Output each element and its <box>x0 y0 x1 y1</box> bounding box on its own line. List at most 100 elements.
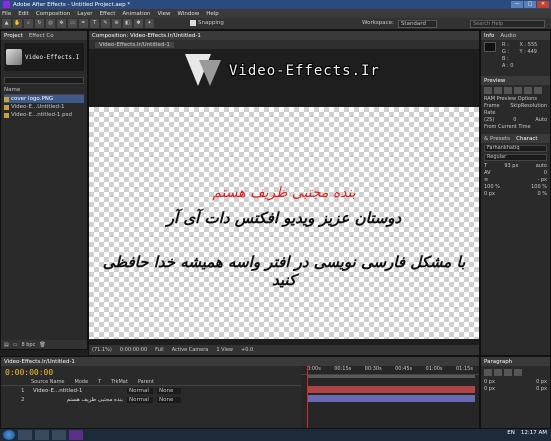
menu-window[interactable]: Window <box>178 11 200 17</box>
align-left-icon[interactable] <box>484 369 492 376</box>
menu-composition[interactable]: Composition <box>36 11 70 17</box>
tab-timeline[interactable]: Video-Effects.Ir/Untitled-1 <box>4 359 75 365</box>
media-player-taskbar-icon[interactable] <box>35 430 49 440</box>
rectangle-tool-icon[interactable]: ▭ <box>68 19 77 28</box>
tools-bar: ▲ ✋ ⌕ ↻ ◎ ✥ ▭ ✒ T ✎ ⊕ ◧ ✱ ✦ Snapping Wor… <box>0 18 551 30</box>
timeline-layer-row[interactable]: 2 بنده مجتبی ظریف هستم Normal None <box>1 395 301 404</box>
next-frame-icon[interactable] <box>514 87 522 94</box>
canvas-text-line-2[interactable]: با مشکل فارسی نویسی در افتر واسه همیشه خ… <box>89 253 479 289</box>
clock[interactable]: 12:17 AM <box>521 430 547 436</box>
camera-tool-icon[interactable]: ◎ <box>46 19 55 28</box>
photoshop-taskbar-icon[interactable] <box>52 430 66 440</box>
v-logo-icon <box>185 52 223 90</box>
play-icon[interactable] <box>504 87 512 94</box>
project-search-input[interactable] <box>4 77 84 84</box>
project-column-name[interactable]: Name <box>4 86 84 95</box>
ram-preview-icon[interactable] <box>534 87 542 94</box>
language-indicator[interactable]: EN <box>507 430 515 436</box>
menu-animation[interactable]: Animation <box>122 11 150 17</box>
spacing-row[interactable]: 0 px 0 px <box>481 386 550 393</box>
hand-tool-icon[interactable]: ✋ <box>13 19 22 28</box>
comp-subtab[interactable]: Video-Effects.Ir/Untitled-1 <box>95 41 174 48</box>
time-ruler[interactable]: 0:00s 00:15s 00:30s 00:45s 01:00s 01:15s <box>301 366 479 375</box>
tab-audio[interactable]: Audio <box>500 33 516 39</box>
resolution-select[interactable]: Full <box>155 347 164 353</box>
current-time[interactable]: 0:00:00:00 <box>120 347 147 353</box>
tab-info[interactable]: Info <box>484 33 494 39</box>
selection-tool-icon[interactable]: ▲ <box>2 19 11 28</box>
camera-select[interactable]: Active Camera <box>172 347 209 353</box>
font-size-row[interactable]: T 93 px auto <box>481 163 550 170</box>
scale-row[interactable]: 100 % 100 % <box>481 184 550 191</box>
align-center-icon[interactable] <box>494 369 502 376</box>
tab-project[interactable]: Project <box>4 33 23 39</box>
maximize-button[interactable]: □ <box>524 1 536 8</box>
menu-file[interactable]: File <box>2 11 11 17</box>
baseline-row[interactable]: 0 px 0 % <box>481 191 550 198</box>
brush-tool-icon[interactable]: ✎ <box>101 19 110 28</box>
roto-brush-tool-icon[interactable]: ✱ <box>134 19 143 28</box>
close-button[interactable]: ✕ <box>537 1 549 8</box>
rotate-tool-icon[interactable]: ↻ <box>35 19 44 28</box>
after-effects-taskbar-icon[interactable] <box>69 430 83 440</box>
canvas-text-line-1[interactable]: دوستان عزیز ویدیو افکتس دات آی آر <box>89 209 479 227</box>
indent-row[interactable]: 0 px 0 px <box>481 379 550 386</box>
project-item[interactable]: Video-E...Untitled-1 <box>4 103 84 111</box>
workspace-select[interactable]: Standard <box>397 20 437 28</box>
stroke-row[interactable]: ≡ - px <box>481 177 550 184</box>
timeline-layer-row[interactable]: 1 Video-E...ntitled-1 Normal None <box>1 386 301 395</box>
zoom-select[interactable]: (71.1%) <box>92 347 112 353</box>
tab-composition[interactable]: Composition: Video-Effects.Ir/Untitled-1 <box>92 33 201 39</box>
font-style-select[interactable]: Regular <box>484 154 547 161</box>
clone-tool-icon[interactable]: ⊕ <box>112 19 121 28</box>
font-family-select[interactable]: Farhankhatiq <box>484 145 547 152</box>
justify-icon[interactable] <box>514 369 522 376</box>
tab-character[interactable]: Charact <box>516 136 538 142</box>
interpret-footage-icon[interactable]: ▤ <box>4 342 9 348</box>
project-item[interactable]: Video-E...ntitled-1.psd <box>4 111 84 119</box>
layer-duration-bar[interactable] <box>307 395 475 402</box>
playhead[interactable] <box>307 366 308 428</box>
new-folder-icon[interactable]: ▭ <box>13 342 18 348</box>
start-button-icon[interactable] <box>3 430 15 440</box>
project-item[interactable]: cover logo.PNG <box>4 95 84 103</box>
bit-depth-label[interactable]: 8 bpc <box>21 342 35 348</box>
first-frame-icon[interactable] <box>484 87 492 94</box>
tracking-row[interactable]: AV 0 <box>481 170 550 177</box>
from-current-time-checkbox[interactable]: From Current Time <box>481 124 550 131</box>
prev-frame-icon[interactable] <box>494 87 502 94</box>
last-frame-icon[interactable] <box>524 87 532 94</box>
exposure-value[interactable]: +0.0 <box>241 347 253 353</box>
explorer-taskbar-icon[interactable] <box>18 430 32 440</box>
menu-edit[interactable]: Edit <box>18 11 29 17</box>
tab-preview[interactable]: Preview <box>484 78 505 84</box>
timeline-tracks[interactable]: 0:00s 00:15s 00:30s 00:45s 01:00s 01:15s <box>301 366 479 428</box>
pan-behind-tool-icon[interactable]: ✥ <box>57 19 66 28</box>
frame-rate-values[interactable]: (25) 0 Auto <box>481 117 550 124</box>
timeline-current-time[interactable]: 0:00:00:00 <box>1 366 301 379</box>
search-help-input[interactable]: Search Help <box>470 20 545 28</box>
tab-paragraph[interactable]: Paragraph <box>484 359 512 365</box>
type-tool-icon[interactable]: T <box>90 19 99 28</box>
composition-viewer[interactable]: Video-Effects.Ir بنده مجتبی ظریف هستم دو… <box>89 49 479 345</box>
views-select[interactable]: 1 View <box>216 347 233 353</box>
trash-icon[interactable]: 🗑 <box>39 342 45 348</box>
menu-view[interactable]: View <box>157 11 170 17</box>
align-right-icon[interactable] <box>504 369 512 376</box>
menu-effect[interactable]: Effect <box>100 11 116 17</box>
tab-effects-presets[interactable]: & Presets <box>484 136 510 142</box>
work-area-bar[interactable] <box>307 375 475 378</box>
zoom-tool-icon[interactable]: ⌕ <box>24 19 33 28</box>
canvas-text-red[interactable]: بنده مجتبی ظریف هستم <box>89 185 479 201</box>
minimize-button[interactable]: — <box>511 1 523 8</box>
video-effects-logo-icon <box>6 49 22 65</box>
menu-layer[interactable]: Layer <box>77 11 92 17</box>
puppet-tool-icon[interactable]: ✦ <box>145 19 154 28</box>
menu-help[interactable]: Help <box>206 11 219 17</box>
snapping-checkbox[interactable] <box>190 20 196 26</box>
eraser-tool-icon[interactable]: ◧ <box>123 19 132 28</box>
snapping-toggle[interactable]: Snapping <box>190 20 224 26</box>
layer-duration-bar[interactable] <box>307 386 475 393</box>
tab-effect-controls[interactable]: Effect Co <box>29 33 54 39</box>
pen-tool-icon[interactable]: ✒ <box>79 19 88 28</box>
